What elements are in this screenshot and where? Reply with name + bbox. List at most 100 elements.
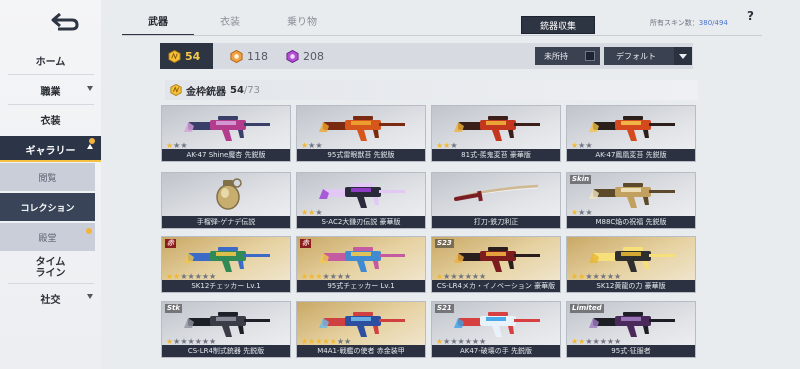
unowned-checkbox[interactable] <box>585 51 595 61</box>
weapon-card[interactable]: Stk ★ ★ ★ ★ ★ ★ ★ CS-LR4制式銃器 先鋭版 <box>161 301 291 358</box>
sidebar-item-profession[interactable]: 職業 <box>0 78 101 102</box>
divider <box>8 74 94 75</box>
weapon-card[interactable]: ★ ★ ★ S-AC2大鎌刃伝説 豪華版 <box>296 172 426 229</box>
rifle-icon <box>319 247 405 272</box>
rifle-icon <box>184 116 270 141</box>
sort-dropdown[interactable]: デフォルト <box>604 47 692 65</box>
weapon-card-caption: M88C焔の祝福 先鋭版 <box>567 216 695 228</box>
weapon-card-caption: S-AC2大鎌刃伝説 豪華版 <box>297 216 425 228</box>
category-tabs: 武器 衣装 乗り物 <box>122 14 338 36</box>
katana-icon <box>454 184 539 202</box>
chevron-up-icon <box>87 144 93 149</box>
rifle-icon <box>319 116 405 141</box>
weapon-card[interactable]: 手榴弾-ゲナデ伝説 <box>161 172 291 229</box>
rifle-icon <box>589 247 675 272</box>
weapon-collection-button[interactable]: 銃器収集 <box>521 16 595 34</box>
weapon-card-caption: 打刀-鉄刀利正 <box>432 216 560 228</box>
chevron-down-icon <box>87 294 93 299</box>
tier-filter-gold[interactable]: 54 <box>160 43 213 69</box>
purple-hexagon-icon <box>286 49 299 63</box>
rifle-icon <box>589 116 675 141</box>
weapon-card-caption: SK12黄龍の力 豪華版 <box>567 280 695 292</box>
notification-dot-icon <box>86 228 92 234</box>
sidebar-item-label: 閲覧 <box>38 173 57 184</box>
sidebar-item-costume[interactable]: 衣装 <box>0 107 101 131</box>
sidebar-subitem-browse[interactable]: 閲覧 <box>0 163 95 191</box>
season-badge: Stk <box>165 304 183 313</box>
gold-hexagon-icon <box>168 49 181 63</box>
orange-hexagon-icon <box>230 49 243 63</box>
owned-skins-prefix: 所有スキン数： <box>650 19 699 27</box>
dropdown-arrow-icon <box>674 47 692 65</box>
sidebar-item-label: 衣装 <box>40 115 61 127</box>
weapon-card[interactable]: ★ ★ ★ AK-47鳳凰変苔 先鋭版 <box>566 105 696 162</box>
weapon-card[interactable]: 赤 ★ ★ ★ ★ ★ ★ ★ 95式チェッカー Lv.1 <box>296 236 426 293</box>
tab-vehicles[interactable]: 乗り物 <box>266 14 338 36</box>
section-total: /73 <box>243 84 261 96</box>
tier-filter-orange[interactable]: 118 <box>222 43 268 69</box>
sidebar-item-home[interactable]: ホーム <box>0 48 101 72</box>
help-button[interactable]: ? <box>743 9 758 24</box>
section-header: 金枠銃器 54/73 <box>165 80 698 100</box>
sidebar-subitem-hall[interactable]: 殿堂 <box>0 223 95 251</box>
sidebar-item-label: コレクション <box>20 203 75 214</box>
tabs-divider <box>122 35 762 36</box>
section-owned: 54 <box>230 84 244 96</box>
weapon-card-caption: CS-LR4制式銃器 先鋭版 <box>162 345 290 357</box>
weapon-card-caption: SK12チェッカー Lv.1 <box>162 280 290 292</box>
rifle-icon <box>184 312 270 337</box>
divider <box>8 104 94 105</box>
weapon-card-caption: 95式雷眼獣苔 先鋭版 <box>297 149 425 161</box>
grenade-icon <box>216 178 242 210</box>
weapon-card[interactable]: ★ ★ ★ 81式-羨鬼変苔 豪華版 <box>431 105 561 162</box>
rifle-icon <box>184 247 270 272</box>
sidebar-item-label: 社交 <box>40 294 61 306</box>
purple-count: 208 <box>303 49 324 63</box>
rifle-icon <box>319 312 405 337</box>
rifle-icon <box>454 312 540 337</box>
sidebar-item-social[interactable]: 社交 <box>0 286 101 310</box>
weapon-card-caption: M4A1-戦艦の使者 赤金装甲 <box>297 345 425 357</box>
weapon-card[interactable]: ★ ★ ★ ★ ★ ★ ★ M4A1-戦艦の使者 赤金装甲 <box>296 301 426 358</box>
unowned-toggle[interactable]: 未所持 <box>535 47 600 65</box>
weapon-card[interactable]: ★ ★ ★ 95式雷眼獣苔 先鋭版 <box>296 105 426 162</box>
weapon-card-caption: AK47-破壊の手 先鋭版 <box>432 345 560 357</box>
tab-costumes[interactable]: 衣装 <box>194 14 266 36</box>
rifle-icon <box>589 183 675 208</box>
season-badge: S23 <box>435 239 454 248</box>
weapon-card[interactable]: ★ ★ ★ AK-47 Shine魔杏 先鋭版 <box>161 105 291 162</box>
weapon-card[interactable]: Skin ★ ★ ★ M88C焔の祝福 先鋭版 <box>566 172 696 229</box>
weapon-card[interactable]: 赤 ★ ★ ★ ★ ★ ★ ★ SK12チェッカー Lv.1 <box>161 236 291 293</box>
sidebar-item-label: ギャラリー <box>25 145 76 157</box>
owned-skins-count: 所有スキン数：380/494 <box>650 18 728 28</box>
tab-weapons[interactable]: 武器 <box>122 14 194 36</box>
rifle-icon <box>454 116 540 141</box>
sidebar-subitem-collection[interactable]: コレクション <box>0 193 95 221</box>
tier-filter-purple[interactable]: 208 <box>278 43 324 69</box>
rifle-icon <box>454 247 540 272</box>
weapon-card[interactable]: 打刀-鉄刀利正 <box>431 172 561 229</box>
sidebar-item-label: 職業 <box>40 86 61 98</box>
sidebar-item-label: 殿堂 <box>38 233 57 244</box>
back-arrow-icon <box>51 12 79 31</box>
sidebar-item-gallery[interactable]: ギャラリー <box>0 136 101 162</box>
gold-count: 54 <box>185 49 201 63</box>
weapon-card[interactable]: ★ ★ ★ ★ ★ ★ ★ SK12黄龍の力 豪華版 <box>566 236 696 293</box>
weapon-card-caption: 81式-羨鬼変苔 豪華版 <box>432 149 560 161</box>
section-title: 金枠銃器 <box>186 86 226 98</box>
sidebar-item-label: ホーム <box>35 56 66 68</box>
sidebar-item-label: タイム ライン <box>35 257 66 279</box>
season-badge: Skin <box>570 175 592 184</box>
weapon-card[interactable]: S21 ★ ★ ★ ★ ★ ★ ★ AK47-破壊の手 先鋭版 <box>431 301 561 358</box>
rifle-icon <box>319 183 405 208</box>
weapon-card-caption: AK-47鳳凰変苔 先鋭版 <box>567 149 695 161</box>
owned-skins-value: 380/494 <box>698 19 728 27</box>
sort-value: デフォルト <box>616 51 656 61</box>
back-button[interactable] <box>48 8 82 34</box>
weapon-card-caption: CS-LR4メカ・イノベーション 豪華版 <box>432 280 560 292</box>
weapon-card[interactable]: S23 ★ ★ ★ ★ ★ ★ ★ CS-LR4メカ・イノベーション 豪華版 <box>431 236 561 293</box>
orange-count: 118 <box>247 49 268 63</box>
weapon-card[interactable]: Limited ★ ★ ★ ★ ★ ★ ★ 95式-征服者 <box>566 301 696 358</box>
season-badge: Limited <box>570 304 604 313</box>
sidebar-item-timeline[interactable]: タイム ライン <box>0 254 101 282</box>
